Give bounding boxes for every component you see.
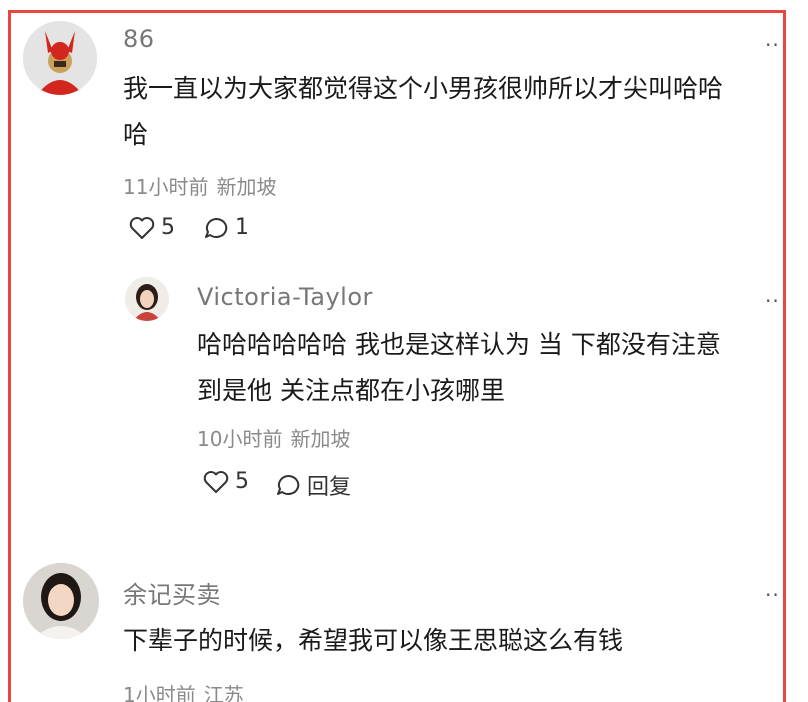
timestamp: 1小时前 [123, 683, 196, 702]
timestamp: 11小时前 [123, 175, 209, 199]
location: 江苏 [203, 683, 244, 702]
location: 新加坡 [290, 427, 351, 451]
comment-item: 86 ·· 我一直以为大家都觉得这个小男孩很帅所以才尖叫哈哈 哈 11小时前 新加… [11, 13, 783, 253]
like-button[interactable]: 5 [203, 469, 249, 494]
reply-button[interactable]: 回复 [275, 469, 351, 501]
comment-text-line: 我一直以为大家都觉得这个小男孩很帅所以才尖叫哈哈 [123, 74, 724, 103]
like-count: 5 [161, 215, 175, 240]
ellipsis-icon[interactable]: ·· [765, 585, 780, 605]
speech-bubble-icon [277, 474, 300, 495]
ellipsis-icon[interactable]: ·· [765, 35, 780, 55]
ellipsis-icon[interactable]: ·· [765, 291, 780, 311]
heart-outline-icon [129, 216, 155, 239]
reply-button[interactable]: 1 [203, 215, 249, 240]
timestamp: 10小时前 [197, 427, 283, 451]
location: 新加坡 [216, 175, 277, 199]
username[interactable]: 余记买卖 [123, 575, 221, 610]
comment-item: 余记买卖 ·· 下辈子的时候，希望我可以像王思聪这么有钱 1小时前 江苏 [11, 553, 783, 702]
reply-text-line: 到是他 关注点都在小孩哪里 [197, 376, 505, 405]
comment-text-line: 下辈子的时候，希望我可以像王思聪这么有钱 [123, 626, 624, 655]
comment-text: 我一直以为大家都觉得这个小男孩很帅所以才尖叫哈哈 哈 [123, 66, 793, 158]
speech-bubble-icon [205, 217, 228, 238]
comment-panel: 86 ·· 我一直以为大家都觉得这个小男孩很帅所以才尖叫哈哈 哈 11小时前 新加… [8, 10, 786, 702]
reply-label: 回复 [307, 475, 352, 500]
reply-text: 哈哈哈哈哈哈 我也是这样认为 当 下都没有注意 到是他 关注点都在小孩哪里 [197, 322, 797, 414]
comment-text-line: 哈 [123, 120, 149, 149]
reply-item: Victoria-Taylor ·· 哈哈哈哈哈哈 我也是这样认为 当 下都没有… [11, 263, 783, 513]
avatar[interactable] [125, 277, 169, 321]
avatar[interactable] [23, 21, 97, 95]
comment-text: 下辈子的时候，希望我可以像王思聪这么有钱 [123, 618, 793, 664]
avatar-image [125, 277, 169, 321]
avatar-image [23, 563, 99, 639]
heart-outline-icon [203, 470, 229, 493]
avatar-image [23, 21, 97, 95]
reply-text-line: 哈哈哈哈哈哈 我也是这样认为 当 下都没有注意 [197, 330, 721, 359]
like-button[interactable]: 5 [129, 215, 175, 240]
comment-meta: 1小时前 江苏 [123, 679, 244, 702]
username[interactable]: Victoria-Taylor [197, 283, 373, 311]
like-count: 5 [235, 469, 249, 494]
comment-meta: 11小时前 新加坡 [123, 171, 276, 200]
reply-count: 1 [235, 215, 249, 240]
reply-meta: 10小时前 新加坡 [197, 423, 350, 452]
username[interactable]: 86 [123, 25, 155, 53]
avatar[interactable] [23, 563, 99, 639]
